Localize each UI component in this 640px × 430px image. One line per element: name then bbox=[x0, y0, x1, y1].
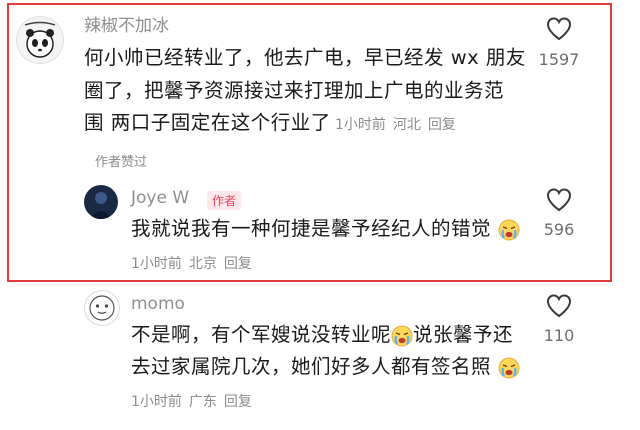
comment-text-content: 我就说我有一种何捷是馨予经纪人的错觉 bbox=[131, 217, 492, 240]
comment-time: 1小时前 bbox=[131, 256, 182, 272]
reply-button[interactable]: 回复 bbox=[428, 117, 456, 133]
comment-location: 河北 bbox=[392, 117, 421, 133]
heart-outline-icon[interactable] bbox=[545, 187, 573, 213]
comment-location: 北京 bbox=[188, 256, 217, 272]
comment-text-part: 说张馨予还 bbox=[413, 323, 514, 346]
comment-text-line: 不是啊，有个军嫂说没转业呢 说张馨予还 bbox=[131, 320, 513, 350]
crying-face-emoji bbox=[498, 219, 520, 240]
comment-text-line: 围 两口子固定在这个行业了 bbox=[84, 111, 331, 134]
comment-text-line: 何小帅已经转业了，他去广电，早已经发 wx 朋友 bbox=[84, 46, 526, 69]
like-count: 110 bbox=[543, 326, 575, 345]
author-badge: 作者 bbox=[207, 191, 242, 210]
avatar[interactable] bbox=[84, 185, 118, 219]
crying-face-emoji bbox=[391, 325, 413, 346]
comment-meta: 1小时前 河北 回复 bbox=[335, 114, 463, 134]
comment-time: 1小时前 bbox=[335, 117, 386, 133]
comment-username[interactable]: Joye W bbox=[131, 188, 189, 208]
like-count: 596 bbox=[543, 220, 575, 239]
avatar[interactable] bbox=[84, 290, 120, 326]
comment-text: 我就说我有一种何捷是馨予经纪人的错觉 bbox=[131, 214, 520, 244]
like-count: 1597 bbox=[538, 50, 580, 69]
comment-text-part: 不是啊，有个军嫂说没转业呢 bbox=[131, 323, 392, 346]
heart-outline-icon[interactable] bbox=[545, 293, 573, 319]
reply-button[interactable]: 回复 bbox=[224, 256, 252, 272]
comment-time: 1小时前 bbox=[131, 394, 182, 410]
avatar[interactable] bbox=[16, 16, 64, 64]
comment-text-line: 去过家属院几次，她们好多人都有签名照 bbox=[131, 352, 520, 382]
heart-outline-icon[interactable] bbox=[545, 16, 573, 42]
reply-button[interactable]: 回复 bbox=[224, 394, 252, 410]
comment-meta: 1小时前 广东 回复 bbox=[131, 391, 259, 411]
crying-face-emoji bbox=[498, 357, 520, 378]
comment-meta: 1小时前 北京 回复 bbox=[131, 253, 259, 273]
comment-text-part: 去过家属院几次，她们好多人都有签名照 bbox=[131, 355, 492, 378]
comment-username[interactable]: momo bbox=[131, 294, 185, 314]
comment-text-line: 圈了，把馨予资源接过来打理加上广电的业务范 bbox=[84, 79, 505, 102]
author-approved-label: 作者赞过 bbox=[95, 155, 148, 170]
comment-location: 广东 bbox=[188, 394, 217, 410]
comment-username[interactable]: 辣椒不加冰 bbox=[84, 11, 169, 36]
